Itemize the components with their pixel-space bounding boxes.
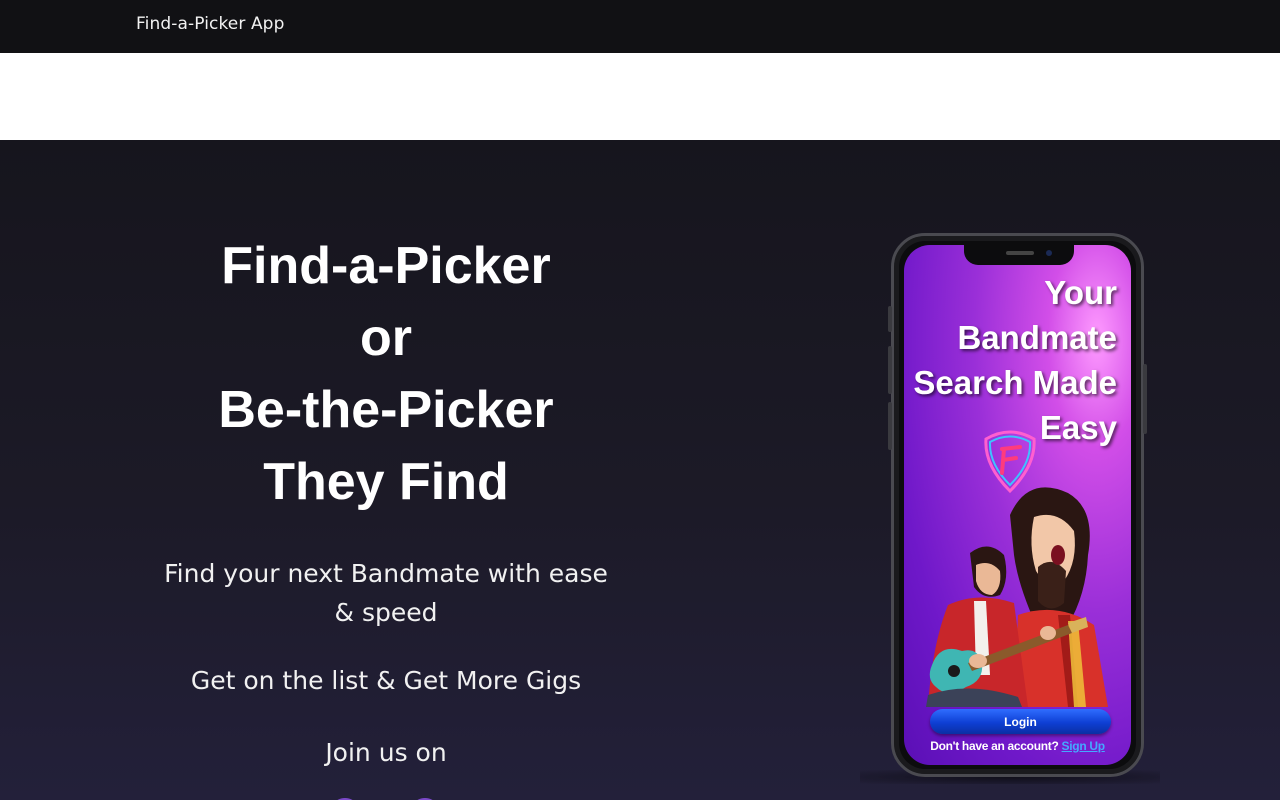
header-spacer [0, 53, 1280, 140]
phone-side-button [1143, 364, 1147, 434]
screen-title-line: Bandmate [957, 319, 1117, 356]
headline-line-4: They Find [263, 453, 509, 511]
signup-prompt-text: Don't have an account? [930, 739, 1059, 753]
brand-link[interactable]: Find-a-Picker App [136, 14, 284, 34]
phone-notch [964, 245, 1074, 265]
hero-subline: Get on the list & Get More Gigs [190, 666, 582, 695]
screen-title-line: Your [1044, 274, 1117, 311]
musicians-illustration-icon [926, 487, 1108, 707]
speaker-grille [1006, 251, 1034, 255]
hero-text: Find-a-Picker or Be-the-Picker They Find… [136, 140, 636, 771]
headline-line-3: Be-the-Picker [218, 381, 554, 439]
signup-prompt: Don't have an account? Sign Up [904, 739, 1131, 753]
camera-icon [1046, 250, 1052, 256]
phone-mockup: Your Bandmate Search Made Easy Login Don… [888, 233, 1147, 777]
signup-link[interactable]: Sign Up [1062, 739, 1106, 753]
phone-side-button [888, 306, 892, 332]
join-us-text: Join us on [325, 738, 447, 767]
app-screen-title: Your Bandmate Search Made Easy [907, 270, 1117, 450]
login-button[interactable]: Login [930, 709, 1111, 734]
phone-side-button [888, 402, 892, 450]
phone-side-button [888, 346, 892, 394]
headline-line-1: Find-a-Picker [221, 237, 551, 295]
headline-line-2: or [360, 309, 412, 367]
phone-screen: Your Bandmate Search Made Easy Login Don… [904, 245, 1131, 765]
top-navbar: Find-a-Picker App [0, 0, 1280, 53]
screen-title-line: Search Made [913, 364, 1117, 401]
hero-tagline: Find your next Bandmate with ease & spee… [164, 559, 608, 627]
hero-headline: Find-a-Picker or Be-the-Picker They Find [136, 230, 636, 518]
hero-section: Find-a-Picker or Be-the-Picker They Find… [0, 140, 1280, 800]
